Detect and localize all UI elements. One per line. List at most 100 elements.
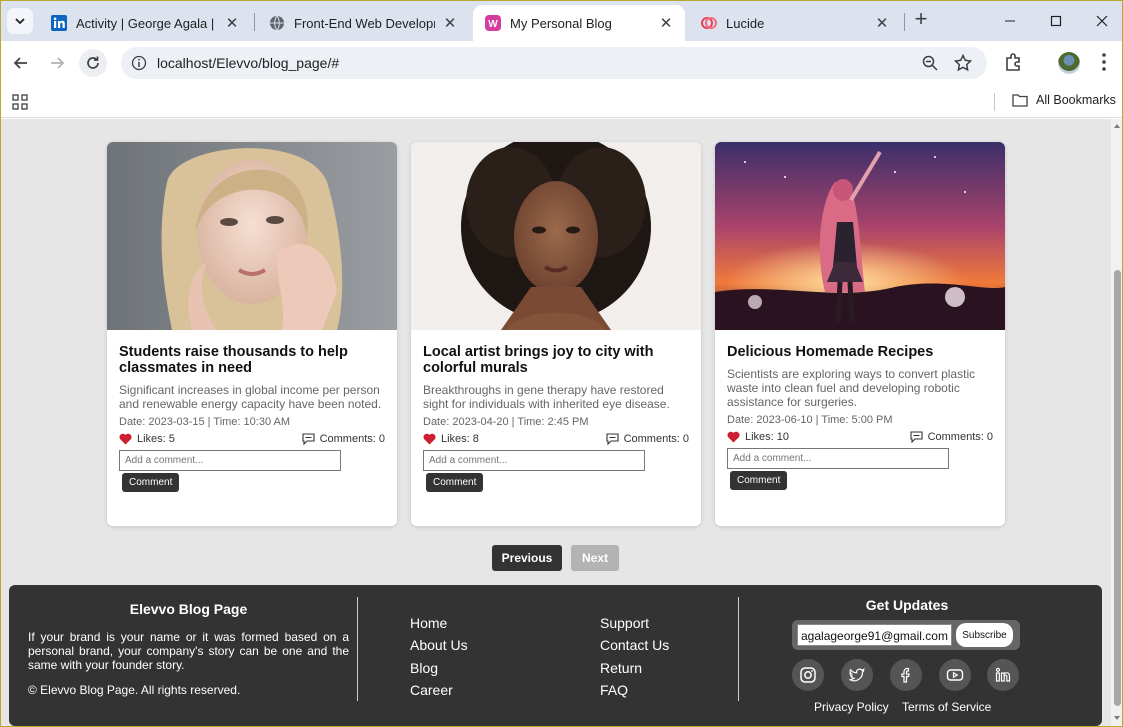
comment-button[interactable]: Comment: [426, 473, 484, 492]
likes-count: Likes: 5: [137, 433, 175, 445]
scrollbar-thumb[interactable]: [1114, 270, 1121, 706]
extensions-icon[interactable]: [1003, 51, 1025, 73]
next-page-button[interactable]: Next: [571, 545, 619, 571]
footer-link-support[interactable]: Support: [600, 615, 649, 631]
svg-text:W: W: [488, 19, 498, 30]
tab-frontend[interactable]: Front-End Web Development ✕: [257, 5, 469, 41]
post-title[interactable]: Delicious Homemade Recipes: [727, 344, 993, 360]
comments-link[interactable]: Comments: 0: [910, 431, 993, 443]
tab-close-icon[interactable]: ✕: [657, 14, 675, 32]
post-image: [411, 142, 701, 330]
footer-divider: [738, 597, 739, 701]
profile-avatar[interactable]: [1058, 52, 1080, 74]
comments-link[interactable]: Comments: 0: [302, 433, 385, 445]
minimize-button[interactable]: [998, 9, 1022, 33]
post-stats: Likes: 5 Comments: 0: [119, 433, 385, 445]
comment-icon: [302, 433, 315, 445]
footer-copyright: © Elevvo Blog Page. All rights reserved.: [28, 683, 241, 697]
all-bookmarks-button[interactable]: All Bookmarks: [1012, 93, 1116, 107]
back-button[interactable]: [7, 49, 35, 77]
comments-count: Comments: 0: [623, 433, 689, 445]
tab-search-button[interactable]: [7, 8, 33, 34]
tab-linkedin[interactable]: Activity | George Agala | LinkedIn ✕: [39, 5, 251, 41]
post-meta: Date: 2023-06-10 | Time: 5:00 PM: [727, 414, 893, 426]
facebook-link[interactable]: [890, 659, 922, 691]
info-icon[interactable]: [131, 55, 147, 71]
youtube-link[interactable]: [939, 659, 971, 691]
heart-icon: [727, 431, 740, 443]
subscribe-button[interactable]: Subscribe: [956, 623, 1013, 647]
post-title[interactable]: Local artist brings joy to city with col…: [423, 344, 689, 376]
footer-link-return[interactable]: Return: [600, 660, 642, 676]
footer-link-about-us[interactable]: About Us: [410, 637, 468, 653]
all-bookmarks-label: All Bookmarks: [1036, 93, 1116, 107]
post-excerpt: Significant increases in global income p…: [119, 383, 382, 411]
tab-close-icon[interactable]: ✕: [441, 14, 459, 32]
post-excerpt: Breakthroughs in gene therapy have resto…: [423, 383, 670, 411]
likes-count: Likes: 10: [745, 431, 790, 443]
footer-brand-title: Elevvo Blog Page: [129, 601, 248, 617]
bookmark-star-icon[interactable]: [953, 53, 973, 73]
tab-separator: [904, 13, 905, 31]
footer-link-contact-us[interactable]: Contact Us: [600, 637, 669, 653]
address-bar[interactable]: localhost/Elevvo/blog_page/#: [121, 47, 987, 79]
comments-count: Comments: 0: [927, 431, 993, 443]
previous-page-button[interactable]: Previous: [492, 545, 562, 571]
comments-count: Comments: 0: [319, 433, 385, 445]
page-scrollbar[interactable]: [1111, 119, 1122, 726]
comment-icon: [910, 431, 923, 443]
forward-button[interactable]: [43, 49, 71, 77]
bookmarks-bar: All Bookmarks: [1, 86, 1122, 118]
comment-button[interactable]: Comment: [730, 471, 788, 490]
heart-icon: [119, 433, 132, 445]
like-button[interactable]: Likes: 5: [119, 433, 175, 445]
comments-link[interactable]: Comments: 0: [606, 433, 689, 445]
new-tab-button[interactable]: +: [910, 8, 932, 31]
more-menu-icon[interactable]: [1095, 51, 1113, 73]
heart-icon: [423, 433, 436, 445]
email-field[interactable]: agalageorge91@gmail.com: [797, 624, 952, 646]
tab-lucide[interactable]: Lucide ✕: [689, 5, 901, 41]
apps-grid-icon[interactable]: [12, 94, 28, 110]
minimize-icon: [1005, 20, 1015, 22]
maximize-button[interactable]: [1044, 9, 1068, 33]
instagram-link[interactable]: [792, 659, 824, 691]
comment-button[interactable]: Comment: [122, 473, 180, 492]
footer-link-faq[interactable]: FAQ: [600, 682, 628, 698]
maximize-icon: [1050, 15, 1062, 27]
post-title[interactable]: Students raise thousands to help classma…: [119, 344, 385, 376]
comment-input[interactable]: [119, 450, 341, 471]
zoom-out-icon[interactable]: [921, 54, 939, 72]
tab-title: Lucide: [726, 15, 765, 31]
close-icon: [1096, 15, 1108, 27]
scroll-up-arrow-icon[interactable]: [1114, 124, 1120, 128]
terms-of-service-link[interactable]: Terms of Service: [902, 700, 991, 714]
footer-link-blog[interactable]: Blog: [410, 660, 438, 676]
footer-link-home[interactable]: Home: [410, 615, 447, 631]
footer-link-career[interactable]: Career: [410, 682, 453, 698]
privacy-policy-link[interactable]: Privacy Policy: [814, 700, 889, 714]
blog-favicon: W: [485, 15, 501, 31]
like-button[interactable]: Likes: 8: [423, 433, 479, 445]
url-text[interactable]: localhost/Elevvo/blog_page/#: [157, 55, 339, 71]
facebook-icon: [901, 667, 910, 683]
scroll-down-arrow-icon[interactable]: [1114, 716, 1120, 720]
tab-close-icon[interactable]: ✕: [223, 14, 241, 32]
tab-my-personal-blog[interactable]: W My Personal Blog ✕: [473, 5, 685, 41]
page-viewport: Students raise thousands to help classma…: [1, 119, 1111, 726]
tab-strip: Activity | George Agala | LinkedIn ✕ Fro…: [1, 1, 1122, 41]
tab-close-icon[interactable]: ✕: [873, 14, 891, 32]
close-window-button[interactable]: [1090, 9, 1114, 33]
linkedin-link[interactable]: [987, 659, 1019, 691]
post-stats: Likes: 10 Comments: 0: [727, 431, 993, 443]
tab-separator: [254, 13, 255, 31]
tab-title: Activity | George Agala | LinkedIn: [76, 15, 217, 31]
reload-button[interactable]: [79, 49, 107, 77]
comment-input[interactable]: [423, 450, 645, 471]
bookmarks-separator: [994, 93, 995, 111]
post-card: Delicious Homemade Recipes Scientists ar…: [715, 142, 1005, 526]
comment-input[interactable]: [727, 448, 949, 469]
like-button[interactable]: Likes: 10: [727, 431, 789, 443]
reload-icon: [87, 56, 99, 69]
twitter-link[interactable]: [841, 659, 873, 691]
